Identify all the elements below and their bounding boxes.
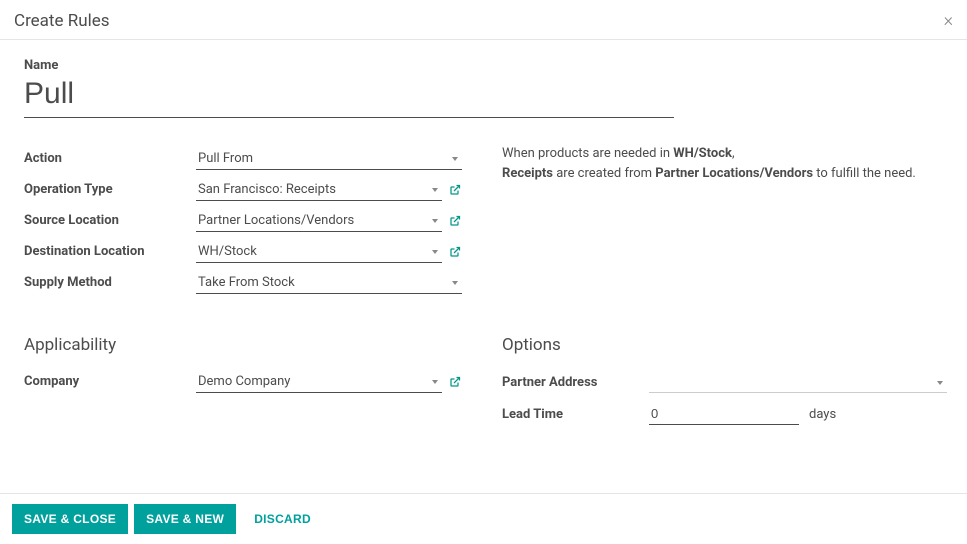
field-destination-location: Destination Location WH/Stock [24,237,462,266]
operation-type-select[interactable]: San Francisco: Receipts [196,178,442,201]
name-input[interactable] [24,77,674,118]
name-section: Name [24,58,947,118]
destination-location-value: WH/Stock [198,244,257,259]
partner-address-select[interactable] [649,371,947,393]
supply-method-label: Supply Method [24,275,196,290]
company-label: Company [24,374,196,389]
field-source-location: Source Location Partner Locations/Vendor… [24,206,462,235]
operation-type-label: Operation Type [24,182,196,197]
external-link-icon[interactable] [448,215,462,227]
fields-row: Action Pull From Operation Type San Fran… [24,144,947,299]
rule-explanation: When products are needed in WH/Stock, Re… [502,144,947,184]
applicability-heading: Applicability [24,335,462,355]
field-partner-address: Partner Address [502,367,947,397]
save-new-button[interactable]: SAVE & NEW [134,504,236,534]
field-action: Action Pull From [24,144,462,173]
source-location-value: Partner Locations/Vendors [198,213,354,228]
field-supply-method: Supply Method Take From Stock [24,268,462,297]
modal-title: Create Rules [14,11,110,31]
supply-method-select[interactable]: Take From Stock [196,271,462,294]
company-value: Demo Company [198,374,290,389]
discard-button[interactable]: DISCARD [242,504,323,534]
sections-row: Applicability Company Demo Company Optio… [24,299,947,431]
external-link-icon[interactable] [448,184,462,196]
fields-left-col: Action Pull From Operation Type San Fran… [24,144,462,299]
modal-footer: SAVE & CLOSE SAVE & NEW DISCARD [0,493,967,544]
lead-time-input[interactable] [649,403,799,425]
partner-address-label: Partner Address [502,375,649,390]
options-heading: Options [502,335,947,355]
applicability-section: Applicability Company Demo Company [24,299,462,431]
action-select[interactable]: Pull From [196,147,462,170]
close-icon[interactable]: × [944,10,953,31]
info-text-col: When products are needed in WH/Stock, Re… [502,144,947,299]
save-close-button[interactable]: SAVE & CLOSE [12,504,128,534]
destination-location-label: Destination Location [24,244,196,259]
external-link-icon[interactable] [448,376,462,388]
lead-time-label: Lead Time [502,407,649,422]
operation-type-value: San Francisco: Receipts [198,182,336,197]
external-link-icon[interactable] [448,246,462,258]
destination-location-select[interactable]: WH/Stock [196,240,442,263]
company-select[interactable]: Demo Company [196,370,442,393]
action-label: Action [24,151,196,166]
options-section: Options Partner Address Lead Time days [502,299,947,431]
field-operation-type: Operation Type San Francisco: Receipts [24,175,462,204]
field-company: Company Demo Company [24,367,462,396]
name-label: Name [24,58,947,73]
modal-body: Name Action Pull From Operation Type San… [0,40,967,431]
source-location-label: Source Location [24,213,196,228]
field-lead-time: Lead Time days [502,399,947,429]
modal-header: Create Rules × [0,0,967,40]
action-value: Pull From [198,151,253,166]
lead-time-unit: days [809,407,836,422]
source-location-select[interactable]: Partner Locations/Vendors [196,209,442,232]
supply-method-value: Take From Stock [198,275,295,290]
